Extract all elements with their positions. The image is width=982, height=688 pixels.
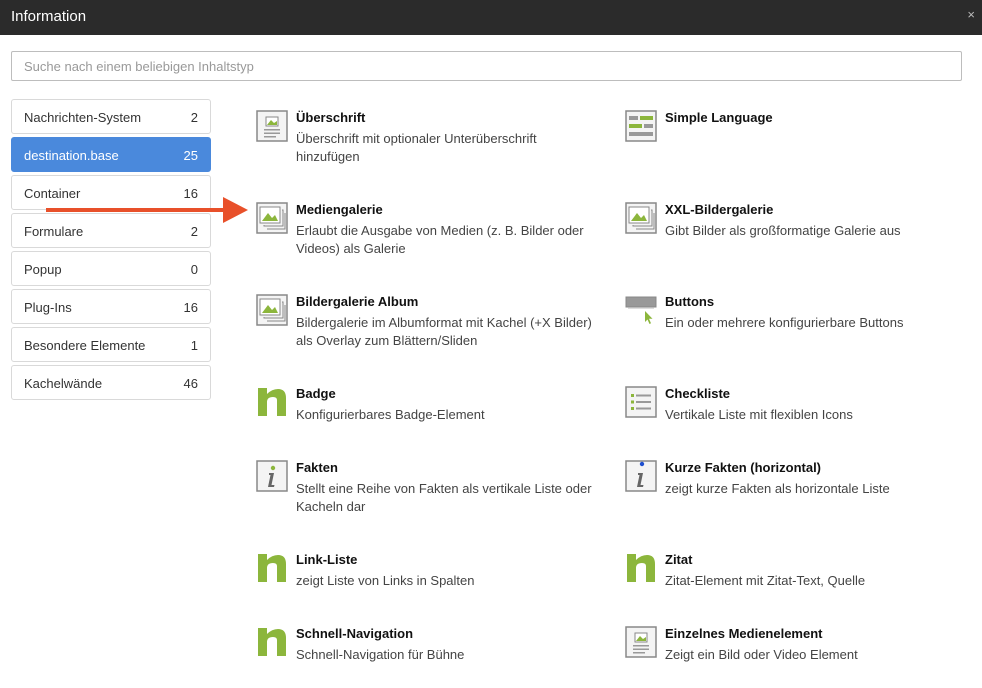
dialog-titlebar: Information × [0, 0, 982, 35]
category-popup[interactable]: Popup 0 [11, 251, 211, 286]
item-name: Buttons [665, 294, 715, 309]
category-kachelwaende[interactable]: Kachelwände 46 [11, 365, 211, 400]
content-type-simple-language[interactable]: Simple Language [625, 110, 965, 150]
heading-image-icon [256, 110, 288, 142]
content-type-schnell-navigation[interactable]: Schnell-Navigation Schnell-Navigation fü… [256, 626, 596, 666]
category-destination-base[interactable]: destination.base 25 [11, 137, 211, 172]
n-logo-icon [258, 554, 286, 582]
content-type-fakten[interactable]: Fakten Stellt eine Reihe von Fakten als … [256, 460, 596, 520]
item-name: Checkliste [665, 386, 731, 401]
category-label: Plug-Ins [24, 300, 72, 315]
item-name: Mediengalerie [296, 202, 383, 217]
item-name: Bildergalerie Album [296, 294, 419, 309]
category-count: 2 [190, 110, 198, 125]
n-logo-icon [627, 554, 655, 582]
close-icon[interactable]: × [967, 7, 975, 22]
item-name: Badge [296, 386, 336, 401]
gallery-icon [625, 202, 657, 234]
content-type-bildergalerie-album[interactable]: Bildergalerie Album Bildergalerie im Alb… [256, 294, 596, 354]
category-label: Kachelwände [24, 376, 103, 391]
item-description: Vertikale Liste mit flexiblen Icons [665, 407, 853, 422]
item-description: zeigt Liste von Links in Spalten [296, 573, 475, 588]
category-besondere-elemente[interactable]: Besondere Elemente 1 [11, 327, 211, 362]
content-type-link-liste[interactable]: Link-Liste zeigt Liste von Links in Spal… [256, 552, 596, 592]
button-icon [625, 296, 657, 324]
item-description: Gibt Bilder als großformatige Galerie au… [665, 223, 901, 238]
gallery-icon [256, 202, 288, 234]
gallery-icon [256, 294, 288, 326]
content-type-ueberschrift[interactable]: Überschrift Überschrift mit optionaler U… [256, 110, 596, 170]
item-description: zeigt kurze Fakten als horizontale Liste [665, 481, 890, 496]
item-name: Einzelnes Medienelement [665, 626, 823, 641]
item-description: Überschrift mit optionaler Unterüberschr… [296, 131, 537, 164]
category-count: 46 [183, 376, 198, 391]
category-count: 0 [190, 262, 198, 277]
n-logo-icon [258, 388, 286, 416]
simple-language-icon [625, 110, 657, 142]
item-description: Konfigurierbares Badge-Element [296, 407, 485, 422]
content-type-einzelnes-medienelement[interactable]: Einzelnes Medienelement Zeigt ein Bild o… [625, 626, 965, 666]
category-count: 2 [190, 224, 198, 239]
content-type-xxl-bildergalerie[interactable]: XXL-Bildergalerie Gibt Bilder als großfo… [625, 202, 965, 242]
heading-image-icon [625, 626, 657, 658]
category-count: 25 [183, 148, 198, 163]
item-description: Zitat-Element mit Zitat-Text, Quelle [665, 573, 866, 588]
content-type-badge[interactable]: Badge Konfigurierbares Badge-Element [256, 386, 596, 426]
item-name: Fakten [296, 460, 338, 475]
content-type-checkliste[interactable]: Checkliste Vertikale Liste mit flexiblen… [625, 386, 965, 426]
category-plug-ins[interactable]: Plug-Ins 16 [11, 289, 211, 324]
item-name: XXL-Bildergalerie [665, 202, 774, 217]
content-type-buttons[interactable]: Buttons Ein oder mehrere konfigurierbare… [625, 294, 965, 334]
category-count: 16 [183, 300, 198, 315]
item-description: Ein oder mehrere konfigurierbare Buttons [665, 315, 904, 330]
dialog-title: Information [11, 8, 87, 25]
item-description: Schnell-Navigation für Bühne [296, 647, 465, 662]
search-input[interactable] [11, 51, 962, 81]
item-description: Stellt eine Reihe von Fakten als vertika… [296, 481, 592, 514]
category-label: Nachrichten-System [24, 110, 142, 125]
item-description: Bildergalerie im Albumformat mit Kachel … [296, 315, 592, 348]
item-name: Überschrift [296, 110, 366, 125]
pointer-arrow-icon [46, 197, 248, 223]
category-label: Formulare [24, 224, 84, 239]
info-icon [256, 460, 288, 492]
item-name: Simple Language [665, 110, 773, 125]
item-name: Link-Liste [296, 552, 358, 567]
item-description: Zeigt ein Bild oder Video Element [665, 647, 858, 662]
category-count: 1 [190, 338, 198, 353]
category-label: Besondere Elemente [24, 338, 146, 353]
checklist-icon [625, 386, 657, 418]
content-type-mediengalerie[interactable]: Mediengalerie Erlaubt die Ausgabe von Me… [256, 202, 596, 262]
item-name: Schnell-Navigation [296, 626, 414, 641]
category-label: Popup [24, 262, 62, 277]
info-icon [625, 460, 657, 492]
category-nachrichten-system[interactable]: Nachrichten-System 2 [11, 99, 211, 134]
n-logo-icon [258, 628, 286, 656]
content-type-kurze-fakten[interactable]: Kurze Fakten (horizontal) zeigt kurze Fa… [625, 460, 965, 500]
content-type-zitat[interactable]: Zitat Zitat-Element mit Zitat-Text, Quel… [625, 552, 965, 592]
item-name: Kurze Fakten (horizontal) [665, 460, 822, 475]
item-name: Zitat [665, 552, 693, 567]
item-description: Erlaubt die Ausgabe von Medien (z. B. Bi… [296, 223, 584, 256]
category-label: destination.base [24, 148, 119, 163]
